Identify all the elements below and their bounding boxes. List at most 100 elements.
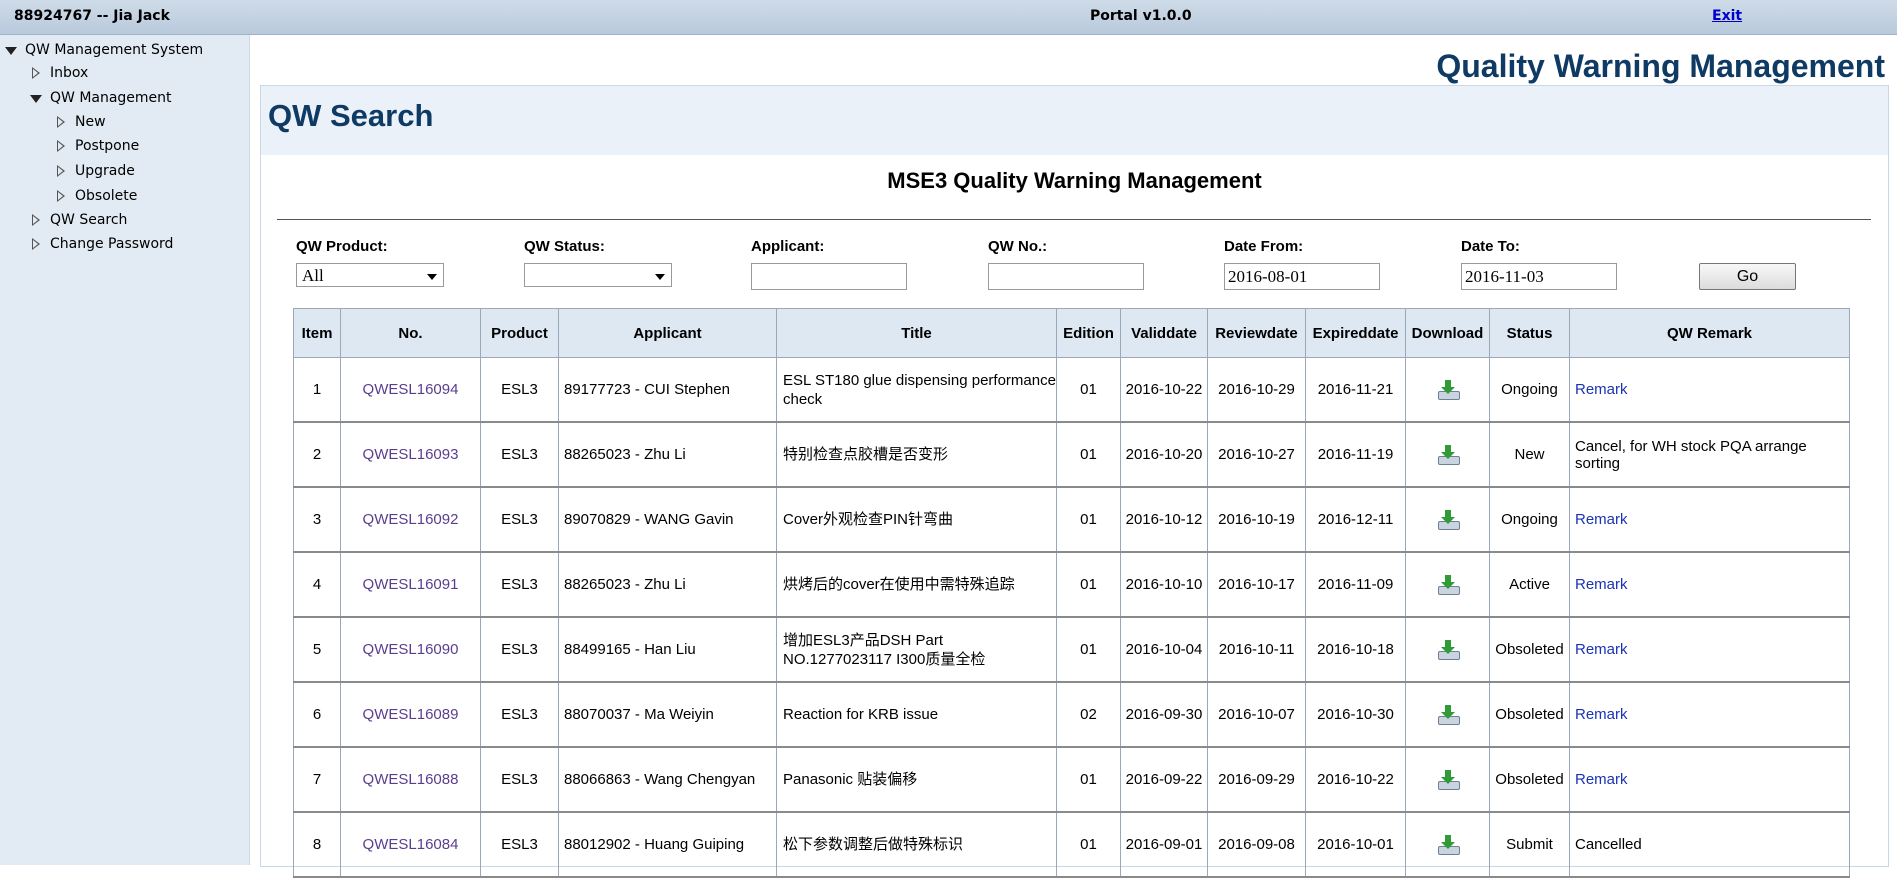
portal-version-label: Portal v1.0.0 xyxy=(1090,8,1192,24)
qw-number-cell: QWESL16089 xyxy=(340,681,481,748)
qw-number-link[interactable]: QWESL16091 xyxy=(363,576,459,593)
item-cell: 6 xyxy=(293,681,341,748)
sidebar-item-obsolete[interactable]: Obsolete xyxy=(54,186,234,206)
remark-link[interactable]: Remark xyxy=(1575,576,1628,593)
reviewdate-cell: 2016-10-29 xyxy=(1207,357,1306,423)
exit-link[interactable]: Exit xyxy=(1712,8,1742,24)
remark-link[interactable]: Remark xyxy=(1575,706,1628,723)
chevron-right-icon[interactable] xyxy=(54,186,68,206)
download-icon[interactable] xyxy=(1437,639,1460,660)
product-cell: ESL3 xyxy=(480,551,559,618)
status-cell: Obsoleted xyxy=(1489,746,1570,813)
applicant-label: Applicant: xyxy=(751,238,825,255)
chevron-right-icon[interactable] xyxy=(29,63,43,83)
column-header: Edition xyxy=(1056,308,1121,358)
chevron-right-icon[interactable] xyxy=(29,210,43,230)
remark-link[interactable]: Remark xyxy=(1575,771,1628,788)
remark-cell: Remark xyxy=(1569,551,1850,618)
download-cell xyxy=(1405,421,1490,488)
remark-cell: Remark xyxy=(1569,681,1850,748)
qw-number-cell: QWESL16084 xyxy=(340,811,481,878)
sidebar-item-label: QW Search xyxy=(50,212,128,228)
sidebar-item-new[interactable]: New xyxy=(54,112,234,132)
qw-number-link[interactable]: QWESL16094 xyxy=(363,381,459,398)
download-icon[interactable] xyxy=(1437,444,1460,465)
qw-number-link[interactable]: QWESL16089 xyxy=(363,706,459,723)
product-cell: ESL3 xyxy=(480,681,559,748)
sidebar-item-change-password[interactable]: Change Password xyxy=(29,234,229,254)
remark-link[interactable]: Remark xyxy=(1575,641,1628,658)
sidebar-item-label: QW Management xyxy=(50,90,172,106)
column-header: Validdate xyxy=(1120,308,1208,358)
download-icon[interactable] xyxy=(1437,704,1460,725)
qw-number-link[interactable]: QWESL16084 xyxy=(363,836,459,853)
applicant-input[interactable] xyxy=(751,263,907,290)
chevron-down-icon[interactable] xyxy=(29,88,43,108)
qw-no-input[interactable] xyxy=(988,263,1144,290)
expireddate-cell: 2016-10-22 xyxy=(1305,746,1406,813)
sidebar-item-qw-management[interactable]: QW Management xyxy=(29,88,229,108)
qw-number-link[interactable]: QWESL16093 xyxy=(363,446,459,463)
chevron-right-icon[interactable] xyxy=(54,136,68,156)
remark-link[interactable]: Remark xyxy=(1575,381,1628,398)
chevron-down-icon xyxy=(427,274,437,280)
item-cell: 3 xyxy=(293,486,341,553)
title-cell: 特别检查点胶槽是否变形 xyxy=(776,421,1057,488)
validdate-cell: 2016-09-30 xyxy=(1120,681,1208,748)
applicant-cell: 88499165 - Han Liu xyxy=(558,616,777,683)
qw-number-link[interactable]: QWESL16092 xyxy=(363,511,459,528)
qw-number-cell: QWESL16088 xyxy=(340,746,481,813)
applicant-cell: 88265023 - Zhu Li xyxy=(558,551,777,618)
title-cell: ESL ST180 glue dispensing performance ch… xyxy=(776,357,1057,423)
sidebar-item-qw-management-system[interactable]: QW Management System xyxy=(4,40,244,60)
table-row: 1 QWESL16094 ESL3 89177723 - CUI Stephen ESL… xyxy=(293,357,1850,423)
remark-cell: Remark xyxy=(1569,746,1850,813)
applicant-cell: 88070037 - Ma Weiyin xyxy=(558,681,777,748)
expireddate-cell: 2016-10-18 xyxy=(1305,616,1406,683)
qw-number-cell: QWESL16094 xyxy=(340,357,481,423)
remark-link[interactable]: Remark xyxy=(1575,511,1628,528)
remark-cell: Cancelled xyxy=(1569,811,1850,878)
date-from-input[interactable]: 2016-08-01 xyxy=(1224,263,1380,290)
download-icon[interactable] xyxy=(1437,509,1460,530)
column-header: Download xyxy=(1405,308,1490,358)
remark-cell: Remark xyxy=(1569,357,1850,423)
go-button[interactable]: Go xyxy=(1699,263,1796,290)
product-cell: ESL3 xyxy=(480,421,559,488)
applicant-cell: 88012902 - Huang Guiping xyxy=(558,811,777,878)
results-table: Item No. Product Applicant Title Edition… xyxy=(293,308,1850,878)
qw-status-select[interactable] xyxy=(524,263,672,287)
qw-number-link[interactable]: QWESL16090 xyxy=(363,641,459,658)
status-cell: Active xyxy=(1489,551,1570,618)
sidebar-item-qw-search[interactable]: QW Search xyxy=(29,210,229,230)
table-row: 5 QWESL16090 ESL3 88499165 - Han Liu 增加ESL3产… xyxy=(293,616,1850,683)
reviewdate-cell: 2016-10-17 xyxy=(1207,551,1306,618)
item-cell: 7 xyxy=(293,746,341,813)
qw-no-label: QW No.: xyxy=(988,238,1048,255)
expireddate-cell: 2016-11-19 xyxy=(1305,421,1406,488)
table-row: 3 QWESL16092 ESL3 89070829 - WANG Gavin Cove… xyxy=(293,486,1850,553)
qw-product-select[interactable]: All xyxy=(296,263,444,287)
sidebar-item-upgrade[interactable]: Upgrade xyxy=(54,161,234,181)
qw-product-label: QW Product: xyxy=(296,238,388,255)
chevron-right-icon[interactable] xyxy=(54,161,68,181)
column-header: Reviewdate xyxy=(1207,308,1306,358)
reviewdate-cell: 2016-10-11 xyxy=(1207,616,1306,683)
table-row: 8 QWESL16084 ESL3 88012902 - Huang Guiping 松… xyxy=(293,811,1850,878)
download-icon[interactable] xyxy=(1437,834,1460,855)
download-icon[interactable] xyxy=(1437,769,1460,790)
chevron-right-icon[interactable] xyxy=(29,234,43,254)
table-header-row: Item No. Product Applicant Title Edition… xyxy=(293,308,1850,358)
sidebar-item-postpone[interactable]: Postpone xyxy=(54,136,234,156)
sidebar-item-label: New xyxy=(75,114,106,130)
download-icon[interactable] xyxy=(1437,574,1460,595)
validdate-cell: 2016-10-04 xyxy=(1120,616,1208,683)
product-cell: ESL3 xyxy=(480,616,559,683)
reviewdate-cell: 2016-10-19 xyxy=(1207,486,1306,553)
download-icon[interactable] xyxy=(1437,379,1460,400)
date-to-input[interactable]: 2016-11-03 xyxy=(1461,263,1617,290)
chevron-down-icon[interactable] xyxy=(4,40,18,60)
sidebar-item-inbox[interactable]: Inbox xyxy=(29,63,229,83)
chevron-right-icon[interactable] xyxy=(54,112,68,132)
qw-number-link[interactable]: QWESL16088 xyxy=(363,771,459,788)
